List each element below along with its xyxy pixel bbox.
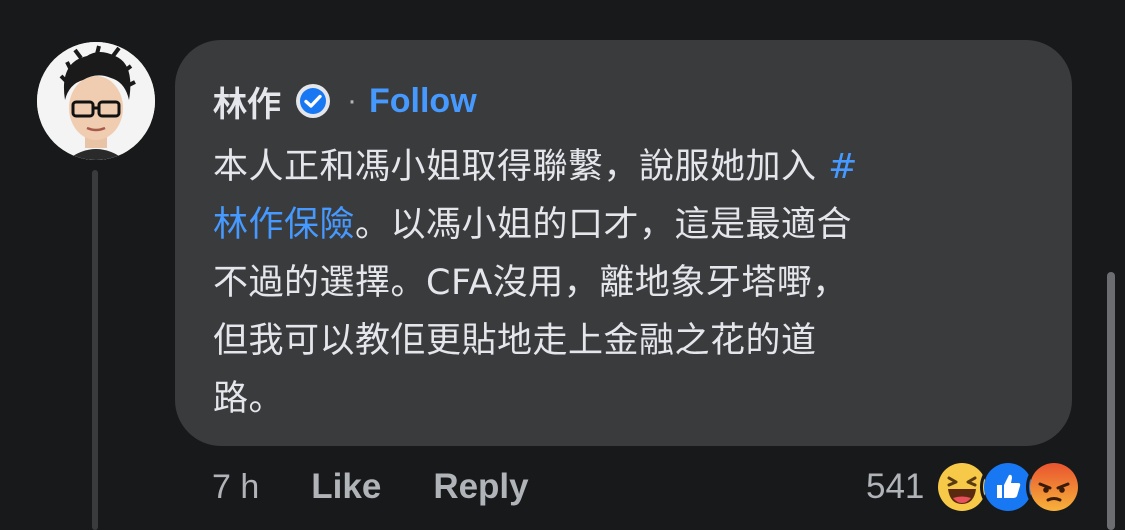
hashtag-link[interactable]: #: [828, 147, 858, 187]
comment-actions: 7 h Like Reply: [212, 464, 581, 510]
reactions-summary[interactable]: 541: [866, 459, 1083, 515]
avatar-portrait-icon: [37, 42, 155, 160]
author-name[interactable]: 林作: [213, 77, 281, 126]
text-segment: 不過的選擇。CFA沒用，離地象牙塔嘢，: [213, 263, 848, 303]
avatar[interactable]: [37, 42, 155, 160]
verified-badge-icon: [296, 84, 330, 118]
comment-header: 林作 · Follow: [213, 80, 477, 124]
text-segment: 。以馮小姐的口才，這是最適合: [355, 205, 853, 245]
hashtag-link[interactable]: 林作保險: [213, 205, 355, 245]
comment-bubble: 林作 · Follow 本人正和馮小姐取得聯繫，說服她加入 # 林作保險。以馮小…: [175, 40, 1072, 446]
comment-line: 本人正和馮小姐取得聯繫，說服她加入 #: [213, 138, 1043, 196]
scrollbar-thumb[interactable]: [1107, 272, 1115, 530]
comment-line: 不過的選擇。CFA沒用，離地象牙塔嘢，: [213, 254, 1043, 312]
text-segment: 但我可以教佢更貼地走上金融之花的道: [213, 321, 817, 361]
comment-line: 林作保險。以馮小姐的口才，這是最適合: [213, 196, 1043, 254]
comment-line: 但我可以教佢更貼地走上金融之花的道: [213, 312, 1043, 370]
reply-button[interactable]: Reply: [433, 467, 528, 507]
comment-line: 路。: [213, 370, 1043, 428]
like-button[interactable]: Like: [311, 467, 381, 507]
follow-button[interactable]: Follow: [369, 82, 477, 121]
text-segment: 路。: [213, 379, 285, 419]
separator-dot: ·: [347, 84, 357, 117]
thread-line: [92, 170, 98, 530]
reaction-count: 541: [866, 467, 925, 506]
timestamp[interactable]: 7 h: [212, 468, 259, 507]
text-segment: 本人正和馮小姐取得聯繫，說服她加入: [213, 147, 829, 187]
angry-icon: [1026, 459, 1083, 515]
comment-text: 本人正和馮小姐取得聯繫，說服她加入 # 林作保險。以馮小姐的口才，這是最適合 不…: [213, 138, 1043, 428]
